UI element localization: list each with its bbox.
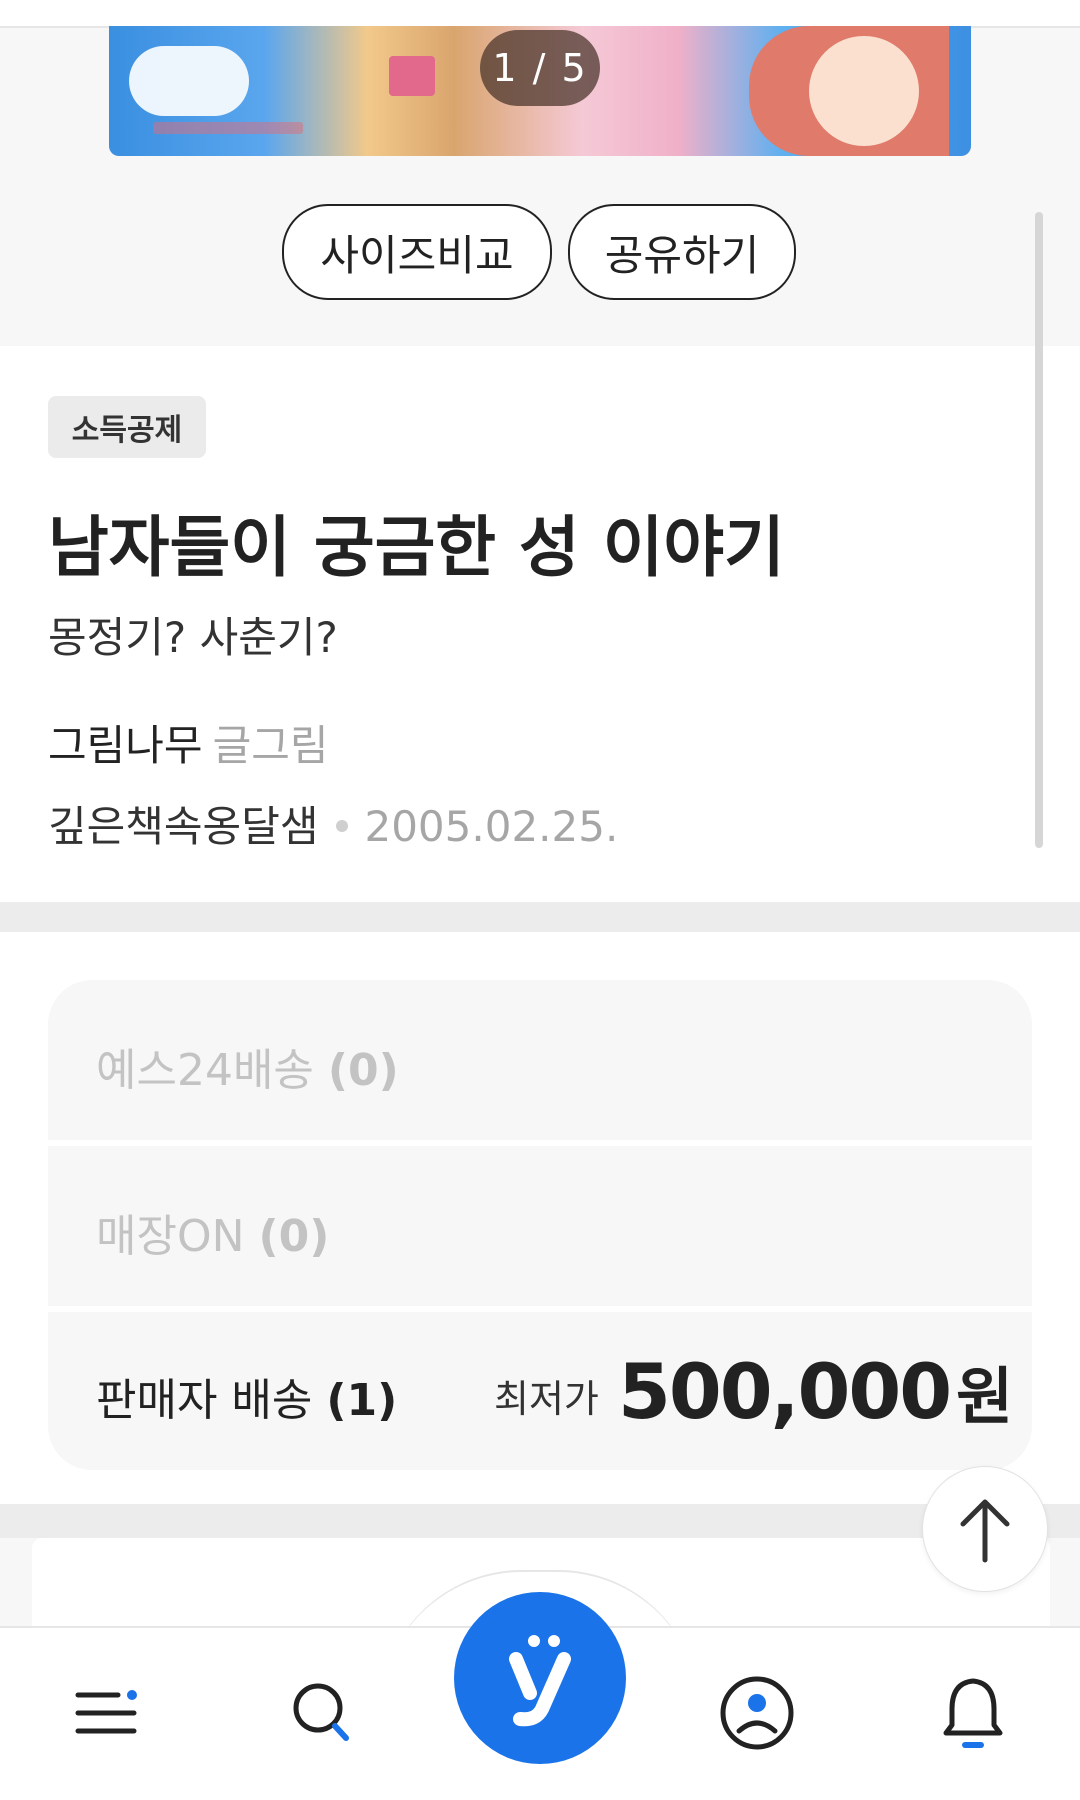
notification-bell-icon: [943, 1678, 1003, 1748]
share-button[interactable]: 공유하기: [568, 204, 796, 300]
section-divider: [0, 1504, 1080, 1538]
scroll-to-top-button[interactable]: [922, 1466, 1048, 1592]
search-button[interactable]: [278, 1668, 368, 1758]
publisher-name[interactable]: 깊은책속옹달샘: [48, 802, 318, 851]
author-name[interactable]: 그림나무: [48, 721, 203, 770]
delivery-option-count: (1): [326, 1375, 398, 1426]
cover-illustration-cloud: [129, 46, 249, 116]
yes24-home-icon: [509, 1635, 571, 1727]
menu-button[interactable]: [62, 1668, 152, 1758]
delivery-option-store-on: 매장ON (0): [96, 1200, 329, 1264]
delivery-option-label: 매장ON: [96, 1211, 245, 1262]
row-divider: [48, 1140, 1032, 1146]
delivery-option-count: (0): [327, 1045, 399, 1096]
scrollbar[interactable]: [1035, 212, 1043, 848]
currency-unit: 원: [956, 1360, 1013, 1433]
product-title: 남자들이 궁금한 성 이야기: [48, 509, 785, 586]
mypage-button[interactable]: [712, 1668, 802, 1758]
author-line: 그림나무 글그림: [48, 712, 328, 773]
product-subtitle: 몽정기? 사춘기?: [48, 613, 338, 662]
author-role: 글그림: [212, 721, 329, 770]
notification-button[interactable]: [928, 1668, 1018, 1758]
search-icon: [293, 1683, 349, 1741]
lowest-price-label: 최저가: [494, 1377, 599, 1421]
cover-illustration-window: [389, 56, 435, 96]
home-button[interactable]: [454, 1592, 626, 1764]
publish-date: 2005.02.25.: [364, 802, 619, 851]
publisher-line: 깊은책속옹달샘 2005.02.25.: [48, 793, 618, 854]
lowest-price: 500,000원: [618, 1346, 1013, 1436]
mypage-icon: [720, 1676, 794, 1750]
delivery-option-label: 예스24배송: [96, 1045, 314, 1096]
cover-publisher-logo: [153, 122, 303, 134]
size-compare-button[interactable]: 사이즈비교: [282, 204, 552, 300]
separator-dot: [336, 819, 349, 832]
section-divider: [0, 902, 1080, 932]
top-strip: [0, 0, 1080, 28]
delivery-option-seller[interactable]: 판매자 배송 (1): [96, 1364, 397, 1428]
delivery-option-count: (0): [258, 1211, 330, 1262]
carousel-counter: 1 / 5: [480, 30, 600, 106]
menu-icon: [75, 1690, 137, 1734]
tax-deduction-badge: 소득공제: [48, 396, 206, 458]
arrow-up-icon: [960, 1499, 1010, 1563]
row-divider: [48, 1306, 1032, 1312]
cover-illustration-face: [809, 36, 919, 146]
lowest-price-value: 500,000: [618, 1347, 952, 1436]
delivery-option-yes24: 예스24배송 (0): [96, 1034, 399, 1098]
delivery-option-label: 판매자 배송: [96, 1375, 313, 1426]
